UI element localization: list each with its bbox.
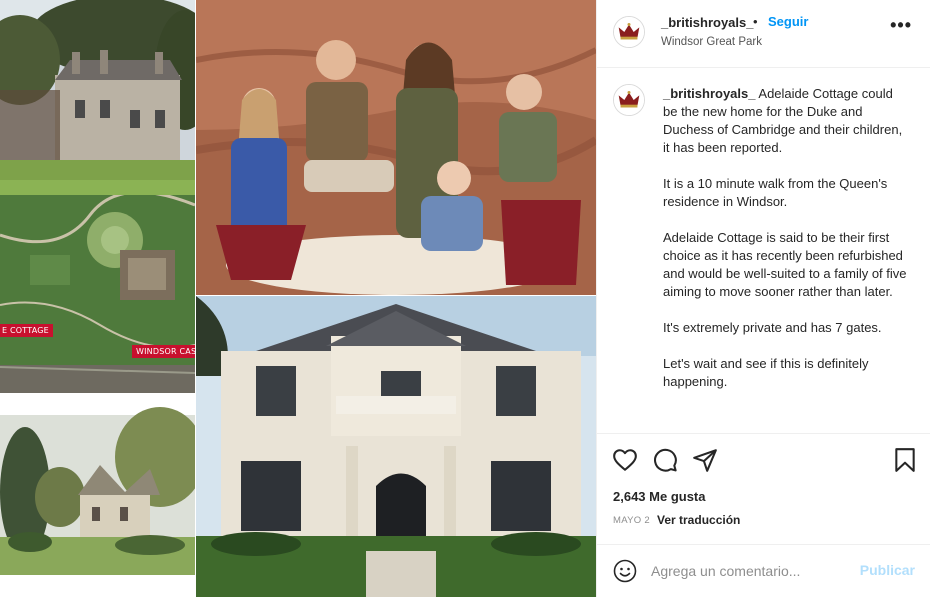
aerial-map: E COTTAGE WINDSOR CASTLE xyxy=(0,195,195,393)
emoji-icon[interactable] xyxy=(613,559,637,583)
bookmark-icon[interactable] xyxy=(892,447,918,473)
caption-paragraph: Adelaide Cottage is said to be their fir… xyxy=(663,230,907,299)
heart-icon[interactable] xyxy=(612,447,638,473)
caption-avatar[interactable] xyxy=(613,84,645,116)
map-label-cottage: E COTTAGE xyxy=(0,324,53,337)
crown-avatar-icon xyxy=(614,17,644,47)
post-media[interactable]: E COTTAGE WINDSOR CASTLE xyxy=(0,0,596,597)
separator-dot: • xyxy=(753,14,758,29)
share-icon[interactable] xyxy=(692,447,718,473)
cottage-painting xyxy=(0,397,195,597)
comment-icon[interactable] xyxy=(652,447,678,473)
like-count[interactable]: 2,643 Me gusta xyxy=(613,489,706,504)
post-location[interactable]: Windsor Great Park xyxy=(661,36,762,48)
post-header: _britishroyals_ • Seguir Windsor Great P… xyxy=(597,0,930,68)
follow-button[interactable]: Seguir xyxy=(768,14,808,29)
caption-paragraph: It's extremely private and has 7 gates. xyxy=(663,320,882,335)
publish-button[interactable]: Publicar xyxy=(860,562,915,578)
house-photo xyxy=(196,296,596,597)
action-bar xyxy=(597,444,930,476)
post-username[interactable]: _britishroyals_ xyxy=(661,15,754,30)
map-label-castle: WINDSOR CASTLE xyxy=(132,345,195,358)
crown-avatar-icon xyxy=(614,85,644,115)
post-panel: _britishroyals_ • Seguir Windsor Great P… xyxy=(596,0,930,597)
comment-input[interactable] xyxy=(651,559,851,583)
cottage-photo xyxy=(0,0,195,195)
caption-paragraph: It is a 10 minute walk from the Queen's … xyxy=(663,176,888,209)
comment-bar: Publicar xyxy=(597,544,930,597)
caption-paragraph: Let's wait and see if this is definitely… xyxy=(663,356,869,389)
caption-username[interactable]: _britishroyals_ xyxy=(663,86,756,101)
caption-area: _britishroyals_ Adelaide Cottage could b… xyxy=(597,68,930,434)
avatar[interactable] xyxy=(613,16,645,48)
post-date: MAYO 2 xyxy=(613,515,650,526)
more-icon[interactable]: ••• xyxy=(890,16,912,34)
see-translation-link[interactable]: Ver traducción xyxy=(657,513,740,527)
caption-text: _britishroyals_ Adelaide Cottage could b… xyxy=(663,85,908,409)
instagram-post-window: E COTTAGE WINDSOR CASTLE xyxy=(0,0,930,597)
family-photo xyxy=(196,0,596,295)
